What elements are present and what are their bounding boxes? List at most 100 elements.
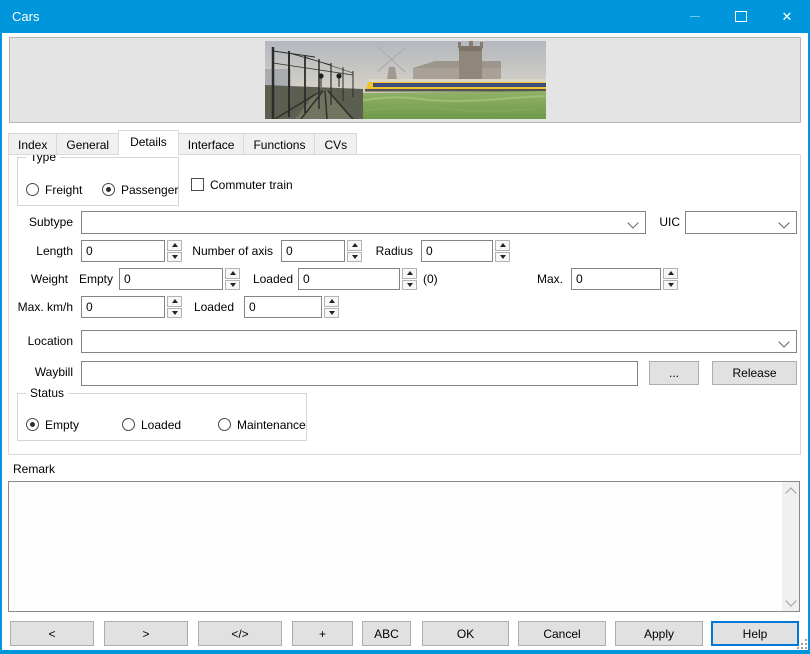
details-tab-page: Type Freight Passenger Commuter train Su… xyxy=(8,154,801,455)
tab-details[interactable]: Details xyxy=(118,130,179,155)
weight-empty-spinner xyxy=(119,268,240,290)
freight-radio[interactable]: Freight xyxy=(26,182,82,197)
maximize-button[interactable] xyxy=(718,0,764,33)
weight-max-spin-down[interactable] xyxy=(663,280,678,291)
weight-max-spin-up[interactable] xyxy=(663,268,678,279)
waybill-release-button[interactable]: Release xyxy=(712,361,797,385)
waybill-browse-button[interactable]: ... xyxy=(649,361,699,385)
railway-photo xyxy=(265,41,546,119)
passenger-radio[interactable]: Passenger xyxy=(102,182,178,197)
axes-spin-down[interactable] xyxy=(347,252,362,263)
length-spin-up[interactable] xyxy=(167,240,182,251)
weight-loaded-spinner xyxy=(298,268,417,290)
apply-button[interactable]: Apply xyxy=(615,621,703,646)
status-loaded-label: Loaded xyxy=(141,418,181,432)
location-combobox[interactable] xyxy=(81,330,797,353)
weight-loaded-spin-down[interactable] xyxy=(402,280,417,291)
status-loaded-radio-circle[interactable] xyxy=(122,418,135,431)
tab-cvs[interactable]: CVs xyxy=(314,133,357,155)
remark-scrollbar[interactable] xyxy=(782,482,799,611)
max-kmh-spin-down[interactable] xyxy=(167,308,182,319)
weight-loaded-input[interactable] xyxy=(298,268,400,290)
remark-box xyxy=(8,481,800,612)
status-maintenance-radio-circle[interactable] xyxy=(218,418,231,431)
maximize-icon xyxy=(735,11,747,22)
kmh-loaded-spin-up[interactable] xyxy=(324,296,339,307)
scroll-down-button[interactable] xyxy=(782,594,799,611)
axes-label: Number of axis xyxy=(185,240,273,263)
uic-combobox[interactable] xyxy=(685,211,797,234)
status-maintenance-radio[interactable]: Maintenance xyxy=(218,417,306,432)
max-kmh-input[interactable] xyxy=(81,296,165,318)
minimize-icon xyxy=(690,16,700,17)
code-button[interactable]: </> xyxy=(198,621,282,646)
kmh-loaded-label: Loaded xyxy=(189,296,234,319)
waybill-input[interactable] xyxy=(81,361,638,386)
weight-loaded-spin-up[interactable] xyxy=(402,268,417,279)
add-button[interactable]: + xyxy=(292,621,353,646)
axes-spin-up[interactable] xyxy=(347,240,362,251)
kmh-loaded-input[interactable] xyxy=(244,296,322,318)
chevron-down-icon xyxy=(785,595,796,606)
window-controls: ✕ xyxy=(672,0,810,33)
subtype-combobox[interactable] xyxy=(81,211,646,234)
weight-max-label: Max. xyxy=(509,268,563,291)
status-empty-radio-circle[interactable] xyxy=(26,418,39,431)
remark-textarea[interactable] xyxy=(9,482,780,611)
axes-input[interactable] xyxy=(281,240,345,262)
length-spin-down[interactable] xyxy=(167,252,182,263)
commuter-train-label: Commuter train xyxy=(210,178,293,192)
kmh-loaded-spin-down[interactable] xyxy=(324,308,339,319)
banner xyxy=(9,37,801,123)
help-button[interactable]: Help xyxy=(711,621,799,646)
freight-radio-circle[interactable] xyxy=(26,183,39,196)
location-label: Location xyxy=(9,330,73,353)
length-spinner xyxy=(81,240,182,262)
radius-spin-down[interactable] xyxy=(495,252,510,263)
length-input[interactable] xyxy=(81,240,165,262)
prev-button[interactable]: < xyxy=(10,621,94,646)
commuter-train-checkbox-box[interactable] xyxy=(191,178,204,191)
commuter-train-checkbox[interactable]: Commuter train xyxy=(191,177,293,192)
subtype-label: Subtype xyxy=(9,211,73,234)
window-title: Cars xyxy=(12,0,39,33)
weight-empty-input[interactable] xyxy=(119,268,223,290)
weight-empty-label: Empty xyxy=(72,268,113,291)
passenger-radio-circle[interactable] xyxy=(102,183,115,196)
radius-spin-up[interactable] xyxy=(495,240,510,251)
tab-index[interactable]: Index xyxy=(8,133,57,155)
tab-interface[interactable]: Interface xyxy=(178,133,245,155)
cars-dialog: Cars ✕ xyxy=(0,0,810,654)
status-maintenance-label: Maintenance xyxy=(237,418,306,432)
weight-max-input[interactable] xyxy=(571,268,661,290)
weight-empty-spin-down[interactable] xyxy=(225,280,240,291)
abc-button[interactable]: ABC xyxy=(362,621,411,646)
tab-strip: Index General Details Interface Function… xyxy=(8,130,356,155)
tab-general[interactable]: General xyxy=(56,133,119,155)
max-kmh-spin-up[interactable] xyxy=(167,296,182,307)
weight-empty-spin-up[interactable] xyxy=(225,268,240,279)
passenger-radio-label: Passenger xyxy=(121,183,178,197)
close-button[interactable]: ✕ xyxy=(764,0,810,33)
uic-label: UIC xyxy=(652,211,680,234)
resize-grip[interactable] xyxy=(796,638,807,649)
scroll-up-button[interactable] xyxy=(782,482,799,499)
status-empty-radio[interactable]: Empty xyxy=(26,417,79,432)
chevron-down-icon xyxy=(627,217,638,228)
minimize-button[interactable] xyxy=(672,0,718,33)
radius-input[interactable] xyxy=(421,240,493,262)
ok-button[interactable]: OK xyxy=(422,621,509,646)
chevron-down-icon xyxy=(778,336,789,347)
close-icon: ✕ xyxy=(782,10,793,23)
max-kmh-spinner xyxy=(81,296,182,318)
type-groupbox: Type Freight Passenger xyxy=(17,157,179,206)
cancel-button[interactable]: Cancel xyxy=(518,621,606,646)
next-button[interactable]: > xyxy=(104,621,188,646)
weight-loaded-label: Loaded xyxy=(247,268,293,291)
radius-label: Radius xyxy=(369,240,413,263)
max-kmh-label: Max. km/h xyxy=(9,296,73,319)
chevron-up-icon xyxy=(785,487,796,498)
tab-functions[interactable]: Functions xyxy=(243,133,315,155)
status-empty-label: Empty xyxy=(45,418,79,432)
status-loaded-radio[interactable]: Loaded xyxy=(122,417,181,432)
